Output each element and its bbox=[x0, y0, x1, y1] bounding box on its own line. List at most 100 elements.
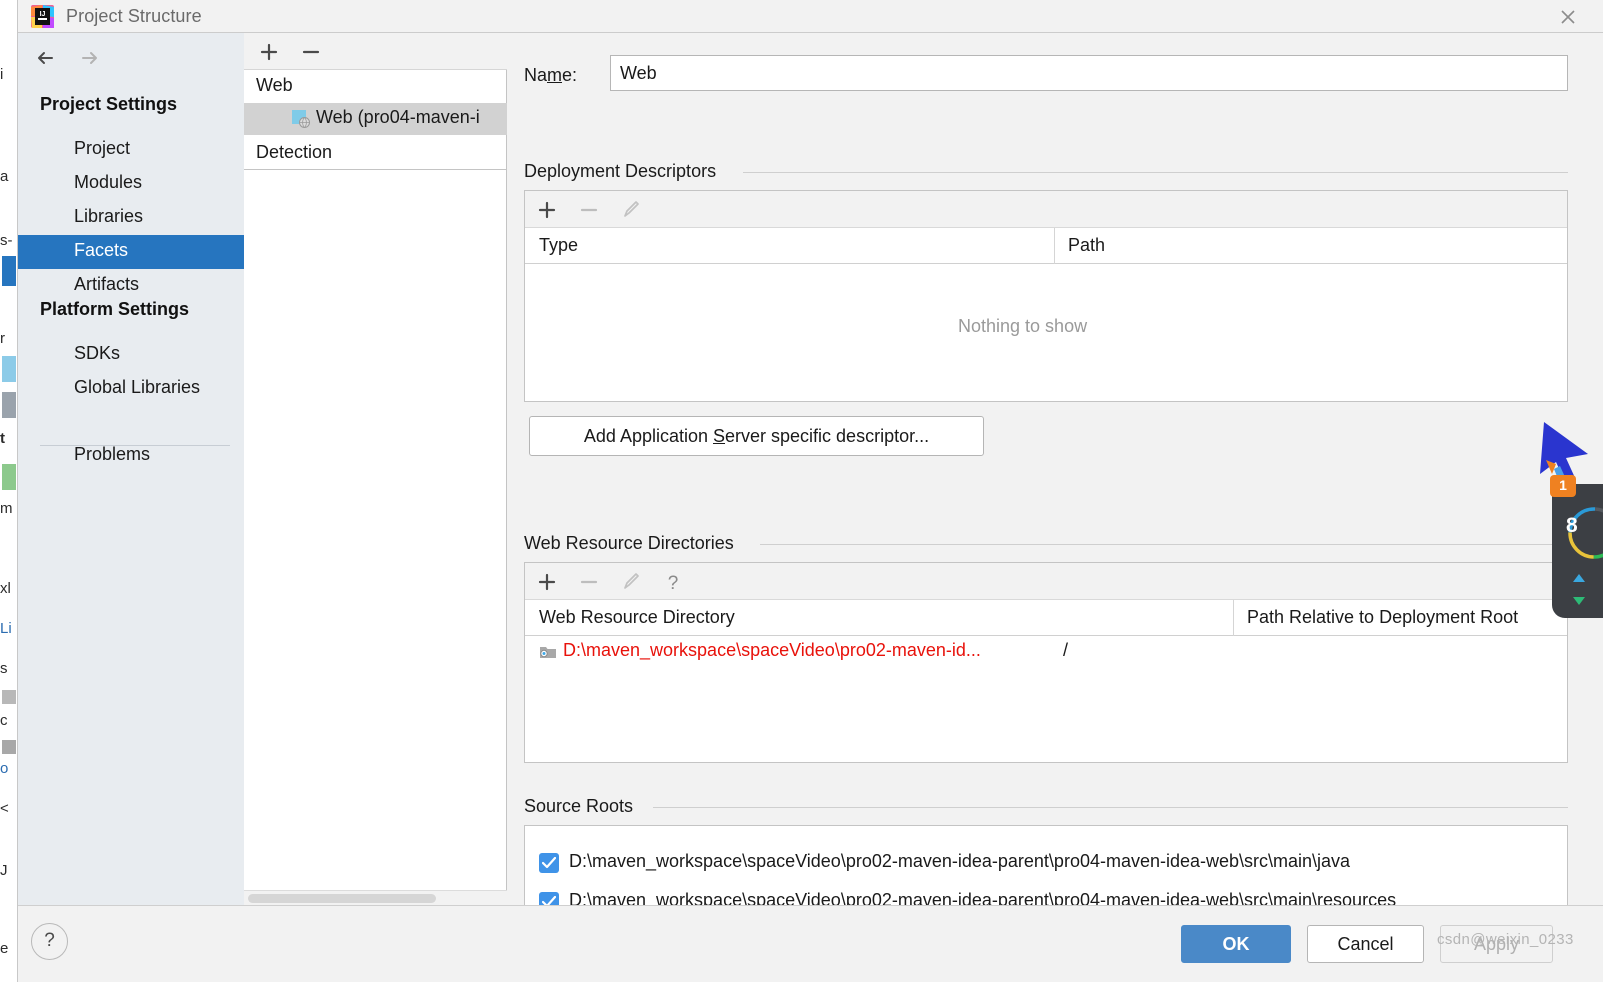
tree-row-web-facet[interactable]: Web (pro04-maven-i bbox=[244, 103, 507, 135]
list-item[interactable]: D:\maven_workspace\spaceVideo\pro02-mave… bbox=[525, 883, 1567, 905]
help-button[interactable]: ? bbox=[31, 923, 68, 960]
sidebar-item-global-libraries[interactable]: Global Libraries bbox=[18, 372, 244, 406]
source-root-checkbox[interactable] bbox=[539, 892, 559, 905]
bg-color-chip bbox=[2, 464, 16, 490]
bg-fragment: J bbox=[0, 862, 8, 879]
sidebar-item-label: Project bbox=[74, 138, 131, 158]
deployment-descriptors-header: Type Path bbox=[525, 228, 1567, 264]
column-divider[interactable] bbox=[1054, 228, 1055, 264]
web-resource-directories-table: ? Web Resource Directory Path Relative t… bbox=[524, 562, 1568, 763]
cancel-button[interactable]: Cancel bbox=[1307, 925, 1424, 963]
source-roots-title: Source Roots bbox=[524, 796, 643, 817]
tree-row-label: Web bbox=[256, 75, 293, 95]
ok-button[interactable]: OK bbox=[1181, 925, 1291, 963]
scrollbar-thumb[interactable] bbox=[248, 894, 436, 903]
bg-fragment: t bbox=[0, 430, 5, 447]
group-rule bbox=[760, 544, 1568, 545]
plus-icon[interactable] bbox=[532, 195, 562, 225]
source-root-checkbox[interactable] bbox=[539, 853, 559, 873]
sidebar-group-platform-settings: Platform Settings bbox=[40, 299, 190, 319]
tree-row-detection[interactable]: Detection bbox=[244, 138, 507, 170]
bg-fragment: e bbox=[0, 940, 9, 957]
column-header-path-relative: Path Relative to Deployment Root bbox=[1247, 607, 1519, 627]
add-application-server-descriptor-button[interactable]: Add Application Server specific descript… bbox=[529, 416, 984, 456]
question-mark-icon[interactable]: ? bbox=[658, 567, 688, 597]
column-header-web-resource-directory: Web Resource Directory bbox=[539, 607, 735, 627]
bg-color-chip bbox=[2, 392, 16, 418]
bg-color-chip bbox=[2, 690, 16, 704]
column-header-path: Path bbox=[1068, 235, 1106, 255]
project-structure-dialog-screen: i a s- r t m xl Li s c o < J e IJ Projec… bbox=[0, 0, 1603, 982]
sidebar-item-problems[interactable]: Problems bbox=[18, 439, 244, 473]
sidebar-item-artifacts[interactable]: Artifacts bbox=[18, 269, 244, 303]
sidebar-item-label: Global Libraries bbox=[74, 377, 201, 397]
window-title: Project Structure bbox=[66, 6, 202, 26]
sidebar-item-label: SDKs bbox=[74, 343, 121, 363]
web-resource-directories-title: Web Resource Directories bbox=[524, 533, 743, 554]
bg-fragment: s- bbox=[0, 232, 13, 249]
source-root-path: D:\maven_workspace\spaceVideo\pro02-mave… bbox=[569, 851, 1351, 871]
pencil-icon bbox=[616, 195, 646, 225]
web-resource-directories-header: Web Resource Directory Path Relative to … bbox=[525, 600, 1567, 636]
close-icon[interactable] bbox=[1555, 4, 1581, 30]
minus-icon[interactable] bbox=[296, 37, 326, 67]
background-ide-sliver: i a s- r t m xl Li s c o < J e bbox=[0, 0, 18, 982]
bg-fragment: c bbox=[0, 712, 8, 729]
sidebar-item-label: Problems bbox=[74, 444, 151, 464]
bg-fragment: < bbox=[0, 800, 9, 817]
column-divider[interactable] bbox=[1233, 600, 1234, 636]
bg-fragment: r bbox=[0, 330, 5, 347]
intellij-idea-logo-icon: IJ bbox=[30, 4, 55, 29]
pencil-icon bbox=[616, 567, 646, 597]
folder-icon bbox=[539, 644, 557, 660]
deployment-descriptors-table: Type Path Nothing to show bbox=[524, 190, 1568, 402]
dialog-footer: ? OK Cancel Apply bbox=[18, 905, 1603, 982]
navigation-arrows bbox=[30, 41, 140, 75]
plus-icon[interactable] bbox=[532, 567, 562, 597]
name-input[interactable] bbox=[610, 55, 1568, 91]
bg-fragment: a bbox=[0, 168, 9, 185]
sidebar-item-modules[interactable]: Modules bbox=[18, 167, 244, 201]
facet-tree-panel: Web Web (pro04-maven-i Detection bbox=[244, 33, 507, 905]
web-resource-directories-toolbar: ? bbox=[525, 563, 1567, 600]
question-mark-icon: ? bbox=[44, 930, 55, 951]
sidebar-item-label: Libraries bbox=[74, 206, 144, 226]
sidebar-group-project-settings: Project Settings bbox=[40, 94, 178, 114]
minus-icon bbox=[574, 567, 604, 597]
sidebar-item-label: Modules bbox=[74, 172, 143, 192]
dialog-window: IJ Project Structure Project Settings Pr… bbox=[18, 0, 1603, 982]
tree-row-web-group[interactable]: Web bbox=[244, 71, 507, 103]
facet-settings-content: Name: Deployment Descriptors bbox=[507, 33, 1603, 905]
relative-path-value: / bbox=[1063, 640, 1069, 660]
sidebar-item-facets[interactable]: Facets bbox=[18, 235, 244, 269]
sidebar-item-project[interactable]: Project bbox=[18, 133, 244, 167]
plus-icon[interactable] bbox=[254, 37, 284, 67]
bg-fragment: i bbox=[0, 66, 4, 83]
svg-text:?: ? bbox=[668, 573, 679, 594]
empty-state-message: Nothing to show bbox=[958, 316, 1088, 336]
web-facet-icon bbox=[292, 110, 310, 128]
bg-fragment: xl bbox=[0, 580, 11, 597]
column-header-type: Type bbox=[539, 235, 579, 255]
name-field-label: Name: bbox=[524, 65, 578, 85]
apply-button: Apply bbox=[1440, 925, 1553, 963]
table-row[interactable]: D:\maven_workspace\spaceVideo\pro02-mave… bbox=[525, 637, 1567, 667]
deployment-descriptors-toolbar bbox=[525, 191, 1567, 228]
list-item[interactable]: D:\maven_workspace\spaceVideo\pro02-mave… bbox=[525, 844, 1567, 882]
sidebar-item-sdks[interactable]: SDKs bbox=[18, 338, 244, 372]
source-root-path: D:\maven_workspace\spaceVideo\pro02-mave… bbox=[569, 890, 1397, 905]
title-bar: IJ Project Structure bbox=[18, 0, 1603, 33]
settings-sidebar: Project Settings Project Modules Librari… bbox=[18, 33, 244, 905]
arrow-right-icon[interactable] bbox=[71, 41, 105, 75]
bg-color-chip bbox=[2, 256, 16, 286]
web-resource-directory-path: D:\maven_workspace\spaceVideo\pro02-mave… bbox=[563, 640, 981, 660]
bg-fragment: Li bbox=[0, 620, 12, 637]
sidebar-item-label: Artifacts bbox=[74, 274, 140, 294]
horizontal-scrollbar[interactable] bbox=[244, 890, 507, 905]
sidebar-item-label: Facets bbox=[74, 240, 129, 260]
bg-fragment: m bbox=[0, 500, 13, 517]
bg-color-chip bbox=[2, 356, 16, 382]
bg-fragment: s bbox=[0, 660, 8, 677]
arrow-left-icon[interactable] bbox=[30, 41, 64, 75]
sidebar-item-libraries[interactable]: Libraries bbox=[18, 201, 244, 235]
